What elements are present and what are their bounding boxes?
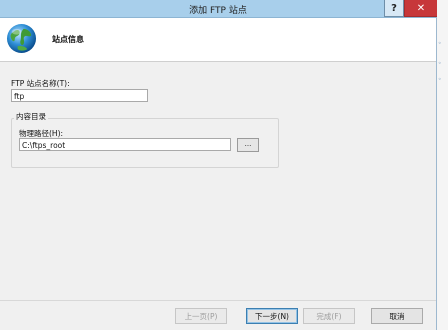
background-window-edge: ◦ ◦ ◦: [437, 0, 448, 330]
browse-button[interactable]: ...: [237, 138, 259, 152]
page-title: 站点信息: [52, 35, 84, 44]
window-title: 添加 FTP 站点: [189, 6, 247, 16]
cancel-button[interactable]: 取消: [371, 308, 423, 324]
add-ftp-site-dialog: 添加 FTP 站点 ? ✕ 站点信息 FTP 站点名称(T): ftp 内容目录…: [0, 0, 438, 330]
help-button[interactable]: ?: [384, 0, 404, 17]
finish-button[interactable]: 完成(F): [303, 308, 355, 324]
wizard-header: 站点信息: [0, 18, 436, 62]
close-button[interactable]: ✕: [404, 0, 438, 17]
title-bar[interactable]: 添加 FTP 站点 ? ✕: [0, 0, 438, 18]
previous-button[interactable]: 上一页(P): [175, 308, 227, 324]
site-name-label: FTP 站点名称(T):: [11, 79, 70, 88]
content-directory-label: 内容目录: [14, 111, 48, 122]
site-name-input[interactable]: ftp: [11, 89, 148, 102]
physical-path-input[interactable]: C:\ftps_root: [19, 138, 231, 151]
edge-mark: ◦: [438, 40, 442, 47]
edge-mark: ◦: [438, 76, 442, 83]
edge-mark: ◦: [438, 60, 442, 67]
globe-icon: [6, 23, 37, 54]
footer-divider: [0, 300, 436, 301]
next-button[interactable]: 下一步(N): [246, 308, 298, 324]
